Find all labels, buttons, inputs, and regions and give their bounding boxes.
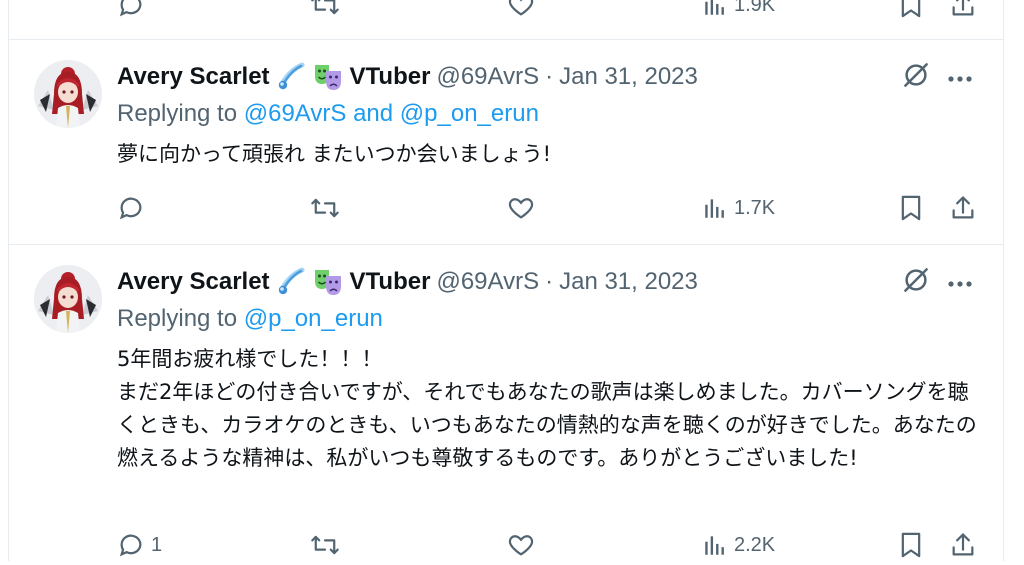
grok-button[interactable] xyxy=(900,266,932,298)
more-button[interactable] xyxy=(944,61,976,93)
bookmark-icon xyxy=(898,194,924,222)
bookmark-button[interactable] xyxy=(898,0,924,25)
more-button[interactable] xyxy=(944,266,976,298)
grok-icon xyxy=(901,265,931,299)
views-button[interactable]: 2.2K xyxy=(702,525,775,565)
avatar[interactable] xyxy=(34,265,102,333)
more-icon xyxy=(947,273,973,292)
reply-button[interactable] xyxy=(117,188,151,228)
tweet-date[interactable]: Jan 31, 2023 xyxy=(559,268,698,296)
share-icon xyxy=(949,194,977,222)
more-icon xyxy=(947,68,973,87)
bookmark-icon xyxy=(898,531,924,559)
previous-tweet-action-bar: 1.9K xyxy=(0,0,1024,25)
share-button[interactable] xyxy=(949,188,977,228)
author-badge-text: VTuber xyxy=(349,63,431,90)
grok-button[interactable] xyxy=(900,61,932,93)
bookmark-button[interactable] xyxy=(898,188,924,228)
heart-icon xyxy=(507,0,535,19)
tweet[interactable]: Avery Scarlet VTuber @69AvrS · Jan 31, 2… xyxy=(0,245,1024,561)
like-button[interactable] xyxy=(507,188,535,228)
share-icon xyxy=(949,0,977,19)
author-name[interactable]: Avery Scarlet xyxy=(117,63,270,91)
reply-icon xyxy=(117,194,145,222)
retweet-icon xyxy=(310,194,340,222)
reply-icon xyxy=(117,531,145,559)
views-count: 2.2K xyxy=(734,533,776,556)
grok-icon xyxy=(901,60,931,94)
views-button[interactable]: 1.7K xyxy=(702,188,775,228)
bookmark-button[interactable] xyxy=(898,525,924,565)
retweet-icon xyxy=(310,0,340,19)
tweet-text: 5年間お疲れ様でした！！！ まだ2年ほどの付き合いですが、それでもあなたの歌声は… xyxy=(117,347,977,470)
bookmark-icon xyxy=(898,0,924,19)
views-button[interactable]: 1.9K xyxy=(702,0,775,25)
reply-button[interactable]: 1 xyxy=(117,525,162,565)
views-chart-icon xyxy=(702,0,728,18)
tweet-text: 夢に向かって頑張れ またいつか会いましょう! xyxy=(117,142,552,166)
views-count: 1.7K xyxy=(734,196,776,219)
mention-link[interactable]: @69AvrS xyxy=(244,100,347,127)
replying-to-label: Replying to xyxy=(117,305,238,332)
comet-emoji-icon xyxy=(276,62,306,92)
tweet-action-bar: 1 2.2K xyxy=(0,525,1024,565)
views-count: 1.9K xyxy=(734,0,776,16)
meta-separator: · xyxy=(545,268,554,295)
meta-separator: · xyxy=(545,63,554,90)
retweet-button[interactable] xyxy=(310,525,340,565)
mention-link[interactable]: @p_on_erun xyxy=(244,305,383,332)
theater-masks-emoji-icon xyxy=(312,62,344,92)
replying-to-line: Replying to @p_on_erun xyxy=(117,305,383,333)
avatar[interactable] xyxy=(34,60,102,128)
tweet[interactable]: Avery Scarlet VTuber @69AvrS · Jan 31, 2… xyxy=(0,40,1024,244)
mention-link[interactable]: @p_on_erun xyxy=(400,100,539,127)
share-icon xyxy=(949,531,977,559)
author-name[interactable]: Avery Scarlet xyxy=(117,268,270,296)
reply-count: 1 xyxy=(151,533,163,556)
reply-button[interactable] xyxy=(117,0,145,25)
replying-to-line: Replying to @69AvrS and @p_on_erun xyxy=(117,100,539,128)
mention-joiner: and xyxy=(353,100,394,127)
heart-icon xyxy=(507,194,535,222)
retweet-button[interactable] xyxy=(310,0,340,25)
comet-emoji-icon xyxy=(276,267,306,297)
share-button[interactable] xyxy=(949,525,977,565)
author-badge-text: VTuber xyxy=(349,268,431,295)
reply-icon xyxy=(117,0,145,19)
theater-masks-emoji-icon xyxy=(312,267,344,297)
retweet-icon xyxy=(310,531,340,559)
author-handle[interactable]: @69AvrS xyxy=(436,63,539,91)
views-chart-icon xyxy=(702,195,728,221)
heart-icon xyxy=(507,531,535,559)
tweet-action-bar: 1.7K xyxy=(0,188,1024,228)
author-handle[interactable]: @69AvrS xyxy=(436,268,539,296)
replying-to-label: Replying to xyxy=(117,100,238,127)
views-chart-icon xyxy=(702,532,728,558)
retweet-button[interactable] xyxy=(310,188,340,228)
tweet-header: Avery Scarlet VTuber @69AvrS · Jan 31, 2… xyxy=(117,60,698,94)
share-button[interactable] xyxy=(949,0,977,25)
tweet-header: Avery Scarlet VTuber @69AvrS · Jan 31, 2… xyxy=(117,265,698,299)
like-button[interactable] xyxy=(507,0,535,25)
tweet-date[interactable]: Jan 31, 2023 xyxy=(559,63,698,91)
like-button[interactable] xyxy=(507,525,535,565)
